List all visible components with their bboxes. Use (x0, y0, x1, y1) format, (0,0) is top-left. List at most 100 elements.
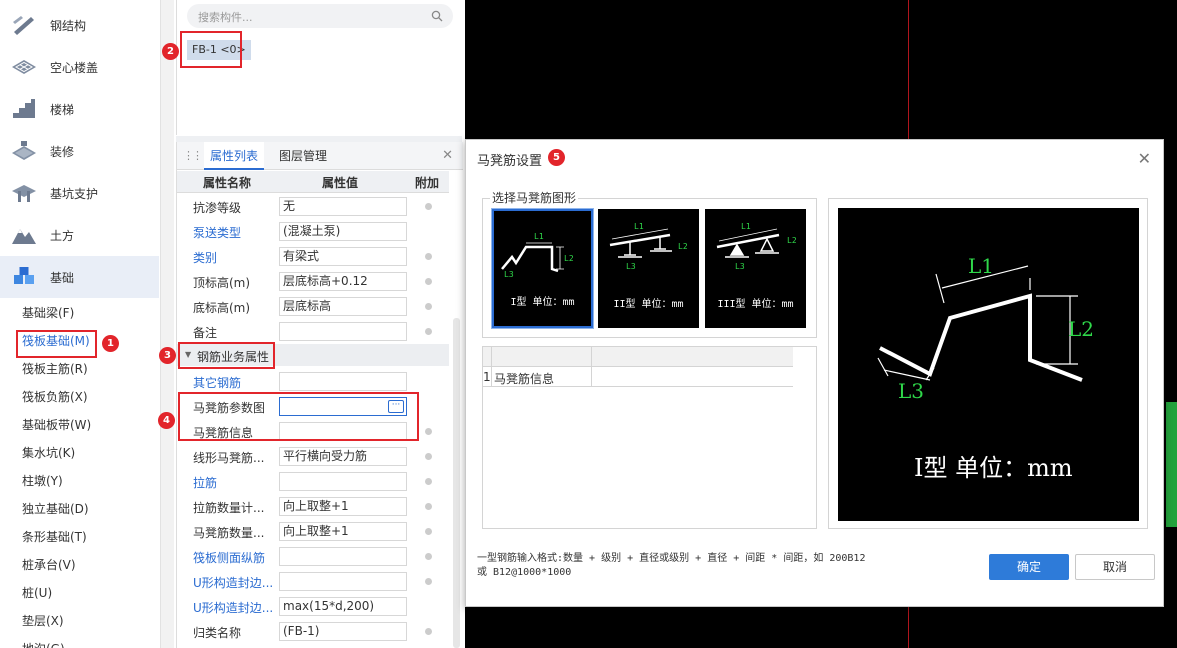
shape-group-label: 选择马凳筋图形 (490, 189, 579, 206)
property-row[interactable]: U形构造封边... (177, 569, 449, 594)
property-value-input[interactable]: 层底标高 (279, 297, 407, 316)
type-2-shape-icon: L1 L2 L3 (609, 222, 688, 271)
property-row[interactable]: 泵送类型 (混凝土泵) (177, 219, 449, 244)
property-name: 归类名称 (193, 626, 242, 640)
extra-radio-icon[interactable] (425, 328, 432, 335)
type-3-shape-icon: L1 L2 L3 (716, 222, 797, 271)
row-number: 1 (483, 370, 491, 384)
sidebar-item-earthwork[interactable]: 土方 (0, 214, 159, 256)
table-row[interactable]: 1 马凳筋信息 (483, 367, 793, 387)
sidebar-subitem[interactable]: 垫层(X) (22, 611, 64, 631)
extra-radio-icon[interactable] (425, 578, 432, 585)
annotation-box-1 (16, 330, 97, 358)
property-value-input[interactable]: 平行横向受力筋 (279, 447, 407, 466)
property-name[interactable]: 其它钢筋 (193, 374, 241, 391)
extra-radio-icon[interactable] (425, 503, 432, 510)
extra-radio-icon[interactable] (425, 453, 432, 460)
sidebar-subitem[interactable]: 独立基础(D) (22, 499, 89, 519)
property-name[interactable]: 拉筋 (193, 474, 217, 491)
row-value-cell[interactable] (595, 370, 791, 388)
sidebar-subitem[interactable]: 基础梁(F) (22, 303, 74, 323)
property-name[interactable]: 类别 (193, 249, 217, 266)
sidebar-subitem[interactable]: 基础板带(W) (22, 415, 91, 435)
sidebar-subitem[interactable]: 柱墩(Y) (22, 471, 63, 491)
property-row[interactable]: 马凳筋数量... 向上取整+1 (177, 519, 449, 544)
extra-radio-icon[interactable] (425, 428, 432, 435)
shape-option-type-2[interactable]: L1 L2 L3 II型 单位：mm (598, 209, 699, 328)
property-value-input[interactable]: 向上取整+1 (279, 522, 407, 541)
svg-text:L3: L3 (504, 270, 514, 279)
shape-option-type-3[interactable]: L1 L2 L3 III型 单位：mm (705, 209, 806, 328)
property-row[interactable]: 拉筋 (177, 469, 449, 494)
sidebar-subitem[interactable]: 筏板主筋(R) (22, 359, 88, 379)
property-row[interactable]: 顶标高(m) 层底标高+0.12 (177, 269, 449, 294)
property-row[interactable]: 抗渗等级 无 (177, 194, 449, 219)
property-name[interactable]: 筏板侧面纵筋 (193, 549, 265, 566)
ok-button[interactable]: 确定 (989, 554, 1069, 580)
property-value-input[interactable] (279, 547, 407, 566)
sidebar-subitem[interactable]: 集水坑(K) (22, 443, 75, 463)
property-value-input[interactable]: 层底标高+0.12 (279, 272, 407, 291)
extra-radio-icon[interactable] (425, 253, 432, 260)
sidebar-scrollbar[interactable] (160, 0, 174, 648)
cancel-button[interactable]: 取消 (1075, 554, 1155, 580)
extra-radio-icon[interactable] (425, 553, 432, 560)
property-value-input[interactable] (279, 322, 407, 341)
property-value-input[interactable]: 有梁式 (279, 247, 407, 266)
property-row[interactable]: 底标高(m) 层底标高 (177, 294, 449, 319)
tab-layer-management[interactable]: 图层管理 (273, 142, 333, 170)
property-value-input[interactable]: 向上取整+1 (279, 497, 407, 516)
sidebar-subitem[interactable]: 条形基础(T) (22, 527, 87, 547)
property-row[interactable]: 其它钢筋 (177, 369, 449, 394)
property-value-input[interactable] (279, 572, 407, 591)
extra-radio-icon[interactable] (425, 478, 432, 485)
svg-text:L2: L2 (1068, 317, 1094, 341)
sidebar-subitem[interactable]: 桩(U) (22, 583, 52, 603)
sidebar-subitem[interactable]: 筏板负筋(X) (22, 387, 88, 407)
extra-radio-icon[interactable] (425, 303, 432, 310)
sidebar-subitem[interactable]: 桩承台(V) (22, 555, 76, 575)
svg-text:I型 单位：mm: I型 单位：mm (914, 454, 1073, 482)
property-value-input[interactable]: 无 (279, 197, 407, 216)
property-row[interactable]: 备注 (177, 319, 449, 344)
component-search-input[interactable]: 搜索构件... (187, 4, 453, 28)
property-value-input[interactable] (279, 472, 407, 491)
earthwork-icon (11, 224, 37, 246)
shape-option-type-1[interactable]: L1 L2 L3 I型 单位：mm (492, 209, 593, 328)
property-name[interactable]: U形构造封边... (193, 599, 273, 616)
tab-property-list[interactable]: 属性列表 (204, 142, 265, 170)
sidebar-item-steel-structure[interactable]: 钢结构 (0, 4, 159, 46)
property-name[interactable]: U形构造封边... (193, 574, 273, 591)
sidebar-item-foundation[interactable]: 基础 (0, 256, 159, 298)
sidebar-subitem[interactable]: 地沟(G) (22, 639, 65, 648)
sidebar-item-pit-support[interactable]: 基坑支护 (0, 172, 159, 214)
svg-text:L2: L2 (564, 254, 574, 263)
property-row[interactable]: 拉筋数量计... 向上取整+1 (177, 494, 449, 519)
close-icon[interactable]: ✕ (442, 148, 453, 163)
extra-radio-icon[interactable] (425, 628, 432, 635)
property-value-input[interactable]: (FB-1) (279, 622, 407, 641)
property-row[interactable]: U形构造封边... max(15*d,200) (177, 594, 449, 619)
property-row[interactable]: 筏板侧面纵筋 (177, 544, 449, 569)
dialog-title: 马凳筋设置 (477, 154, 543, 169)
annotation-box-3 (178, 342, 275, 369)
drag-handle-icon[interactable]: ⋮⋮ (183, 149, 203, 162)
close-icon[interactable]: ✕ (1138, 149, 1151, 168)
search-icon[interactable] (431, 10, 443, 22)
svg-text:L1: L1 (741, 222, 751, 231)
sidebar-item-decoration[interactable]: 装修 (0, 130, 159, 172)
property-value-input[interactable]: max(15*d,200) (279, 597, 407, 616)
property-row[interactable]: 归类名称 (FB-1) (177, 619, 449, 644)
property-row[interactable]: 线形马凳筋... 平行横向受力筋 (177, 444, 449, 469)
properties-scrollbar[interactable] (453, 318, 460, 648)
sidebar-item-hollow-floor[interactable]: 空心楼盖 (0, 46, 159, 88)
sidebar-item-stairs[interactable]: 楼梯 (0, 88, 159, 130)
extra-radio-icon[interactable] (425, 528, 432, 535)
property-row[interactable]: 类别 有梁式 (177, 244, 449, 269)
extra-radio-icon[interactable] (425, 278, 432, 285)
property-value-input[interactable]: (混凝土泵) (279, 222, 407, 241)
property-value-input[interactable] (279, 372, 407, 391)
property-name[interactable]: 泵送类型 (193, 224, 241, 241)
svg-text:L1: L1 (968, 254, 994, 278)
extra-radio-icon[interactable] (425, 203, 432, 210)
